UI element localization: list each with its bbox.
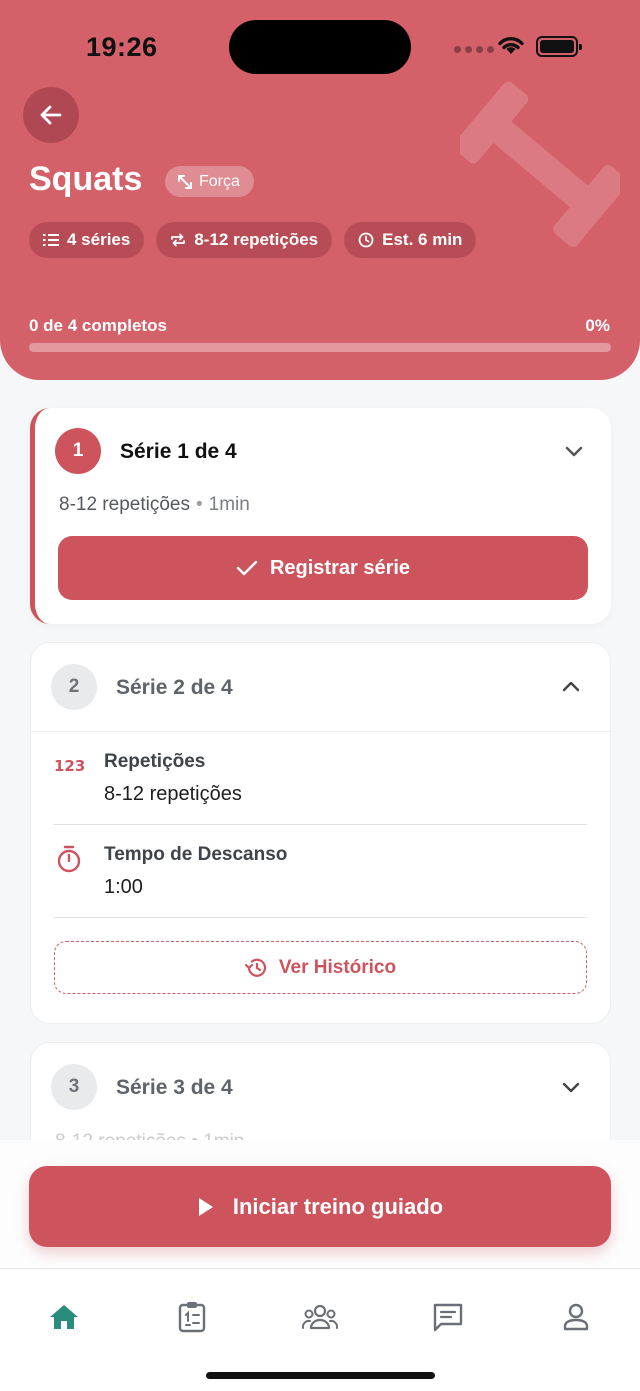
stopwatch-icon: [57, 845, 81, 873]
estimate-chip: Est. 6 min: [344, 222, 477, 258]
tab-profile[interactable]: [556, 1297, 596, 1337]
cellular-signal-icon: [454, 46, 494, 53]
reps-detail-value: 8-12 repetições: [104, 783, 242, 805]
set-card-2[interactable]: 2 Série 2 de 4 123 Repetições 8-12 repet…: [30, 642, 611, 1024]
set-number-badge: 1: [55, 428, 101, 474]
battery-icon: [536, 36, 582, 57]
wifi-icon: [498, 37, 524, 54]
tab-messages[interactable]: [428, 1297, 468, 1337]
view-history-button[interactable]: Ver Histórico: [54, 941, 587, 994]
exercise-summary-chips: 4 séries 8-12 repetições Est. 6 min: [29, 222, 477, 258]
play-icon: [198, 1197, 213, 1216]
set-rest: 1min: [208, 494, 250, 515]
register-set-label: Registrar série: [269, 556, 411, 579]
set-divider: [31, 731, 610, 732]
rest-detail-value: 1:00: [104, 876, 143, 898]
chevron-up-icon[interactable]: [560, 676, 582, 698]
exercise-type-label: Força: [199, 172, 240, 190]
dynamic-island: [229, 20, 411, 74]
progress-label: 0 de 4 completos: [29, 316, 167, 335]
register-set-button[interactable]: Registrar série: [58, 536, 588, 600]
progress-bar: [29, 343, 611, 352]
tab-community[interactable]: [300, 1297, 340, 1337]
reps-chip: 8-12 repetições: [156, 222, 333, 258]
set-title: Série 3 de 4: [116, 1076, 233, 1099]
estimate-label: Est. 6 min: [382, 230, 463, 249]
arrow-left-icon: [40, 105, 62, 125]
start-guided-workout-label: Iniciar treino guiado: [232, 1193, 444, 1219]
svg-text:123: 123: [54, 757, 85, 775]
status-bar: 19:26: [0, 0, 640, 90]
chevron-down-icon[interactable]: [563, 440, 585, 462]
chevron-down-icon[interactable]: [560, 1076, 582, 1098]
exercise-type-chip: Força: [165, 166, 254, 197]
profile-icon: [563, 1303, 589, 1331]
check-icon: [236, 560, 258, 576]
view-history-label: Ver Histórico: [278, 956, 397, 978]
detail-divider: [54, 917, 587, 918]
set-number-badge: 3: [51, 1064, 97, 1110]
expand-arrows-icon: [178, 174, 192, 189]
progress-percent: 0%: [585, 316, 610, 335]
home-indicator: [206, 1372, 435, 1379]
tab-home[interactable]: [44, 1297, 84, 1337]
home-icon: [50, 1305, 78, 1329]
set-number-badge: 2: [51, 664, 97, 710]
start-guided-workout-button[interactable]: Iniciar treino guiado: [29, 1166, 611, 1247]
set-card-1[interactable]: 1 Série 1 de 4 8-12 repetições • 1min Regi…: [30, 408, 611, 624]
chat-icon: [433, 1303, 463, 1332]
set-title: Série 1 de 4: [120, 440, 237, 463]
series-count-label: 4 séries: [67, 230, 131, 249]
reps-label: 8-12 repetições: [194, 230, 319, 249]
series-count-chip: 4 séries: [29, 222, 145, 258]
set-title: Série 2 de 4: [116, 676, 233, 699]
set-reps: 8-12 repetições: [59, 494, 190, 515]
detail-divider: [54, 824, 587, 825]
numbers-icon: 123: [54, 757, 85, 775]
repeat-icon: [171, 233, 186, 247]
list-icon: [43, 234, 59, 246]
dumbbell-watermark-icon: [460, 81, 620, 247]
exercise-title: Squats: [29, 160, 143, 198]
rest-detail-label: Tempo de Descanso: [104, 844, 288, 865]
back-button[interactable]: [23, 87, 79, 143]
history-icon: [244, 958, 266, 977]
set-meta: 8-12 repetições • 1min: [59, 494, 250, 516]
clock-icon: [358, 232, 374, 248]
group-icon: [302, 1304, 338, 1330]
reps-detail-label: Repetições: [104, 751, 206, 772]
meta-separator: •: [195, 494, 203, 515]
exercise-header: 19:26 Squats Força 4 séries 8-12 repetiç…: [0, 0, 640, 380]
status-time: 19:26: [86, 32, 158, 62]
clipboard-list-icon: [178, 1302, 206, 1333]
tab-workouts[interactable]: [172, 1297, 212, 1337]
